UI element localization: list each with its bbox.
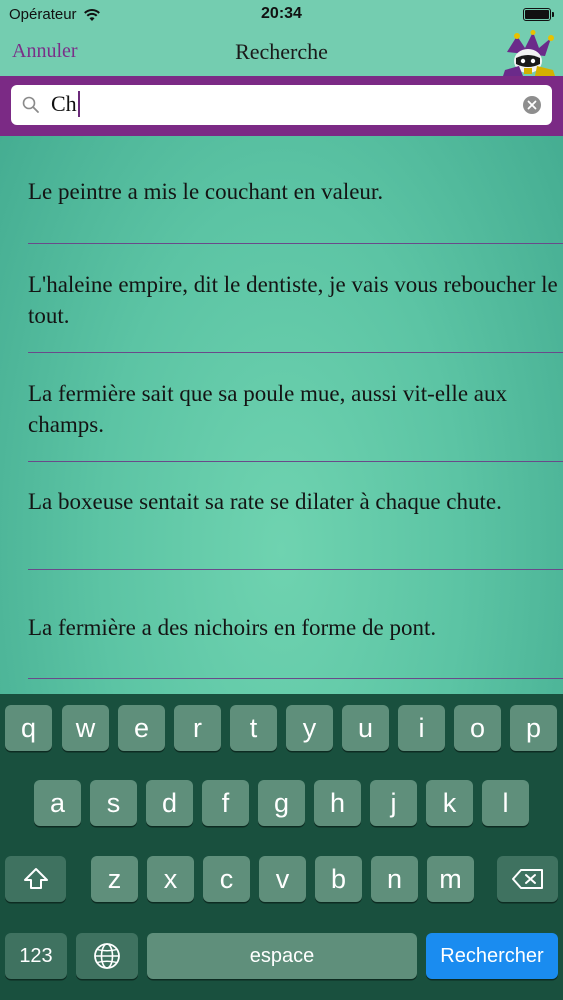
key-r[interactable]: r — [174, 705, 221, 751]
search-input[interactable]: Ch — [51, 91, 80, 117]
search-field[interactable]: Ch — [11, 85, 552, 125]
divider — [28, 243, 563, 244]
search-bar: Ch — [0, 76, 563, 136]
nav-bar: Annuler Recherche — [0, 30, 563, 76]
key-q[interactable]: q — [5, 705, 52, 751]
key-l[interactable]: l — [482, 780, 529, 826]
list-item[interactable]: La fermière sait que sa poule mue, aussi… — [28, 378, 563, 440]
key-w[interactable]: w — [62, 705, 109, 751]
globe-icon — [94, 943, 120, 969]
clear-icon[interactable] — [522, 95, 542, 115]
key-y[interactable]: y — [286, 705, 333, 751]
key-z[interactable]: z — [91, 856, 138, 902]
key-p[interactable]: p — [510, 705, 557, 751]
list-item[interactable]: Le peintre a mis le couchant en valeur. — [28, 176, 563, 207]
key-m[interactable]: m — [427, 856, 474, 902]
text-caret — [77, 91, 80, 117]
key-a[interactable]: a — [34, 780, 81, 826]
delete-icon — [511, 869, 543, 889]
key-h[interactable]: h — [314, 780, 361, 826]
shift-icon — [23, 868, 48, 889]
key-v[interactable]: v — [259, 856, 306, 902]
search-input-value: Ch — [51, 91, 77, 116]
key-j[interactable]: j — [370, 780, 417, 826]
key-i[interactable]: i — [398, 705, 445, 751]
key-x[interactable]: x — [147, 856, 194, 902]
key-e[interactable]: e — [118, 705, 165, 751]
list-item[interactable]: La boxeuse sentait sa rate se dilater à … — [28, 486, 563, 517]
key-o[interactable]: o — [454, 705, 501, 751]
page-title: Recherche — [235, 39, 328, 64]
list-item[interactable]: L'haleine empire, dit le dentiste, je va… — [28, 269, 563, 331]
globe-key[interactable] — [76, 933, 138, 979]
key-t[interactable]: t — [230, 705, 277, 751]
key-b[interactable]: b — [315, 856, 362, 902]
delete-key[interactable] — [497, 856, 558, 902]
key-s[interactable]: s — [90, 780, 137, 826]
space-key[interactable]: espace — [147, 933, 417, 979]
status-bar: Opérateur 20:34 — [0, 0, 563, 30]
key-g[interactable]: g — [258, 780, 305, 826]
status-time: 20:34 — [261, 5, 302, 22]
key-f[interactable]: f — [202, 780, 249, 826]
key-k[interactable]: k — [426, 780, 473, 826]
numbers-key[interactable]: 123 — [5, 933, 67, 979]
battery-icon — [523, 8, 554, 21]
keyboard: q w e r t y u i o p a s d f g h j k l z … — [0, 694, 563, 1000]
key-u[interactable]: u — [342, 705, 389, 751]
search-submit-button[interactable]: Rechercher — [426, 933, 558, 979]
list-item[interactable]: La fermière a des nichoirs en forme de p… — [28, 612, 563, 643]
key-n[interactable]: n — [371, 856, 418, 902]
shift-key[interactable] — [5, 856, 66, 902]
jester-mascot-icon — [503, 30, 555, 76]
divider — [28, 678, 563, 679]
divider — [28, 461, 563, 462]
divider — [28, 569, 563, 570]
key-c[interactable]: c — [203, 856, 250, 902]
key-d[interactable]: d — [146, 780, 193, 826]
divider — [28, 352, 563, 353]
search-icon — [22, 96, 39, 113]
results-list: Le peintre a mis le couchant en valeur. … — [0, 136, 563, 694]
